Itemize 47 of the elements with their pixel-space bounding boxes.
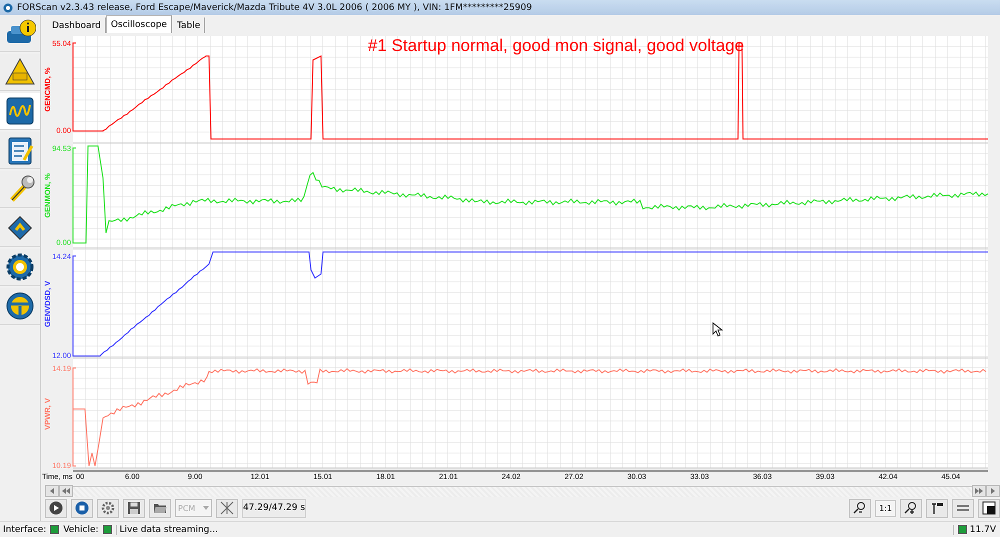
- status-message: Live data streaming...: [116, 524, 218, 534]
- magnifier-minus-icon: [853, 501, 868, 515]
- crossed-icon: [220, 501, 234, 515]
- mouse-cursor-icon: [712, 322, 724, 337]
- scroll-end-button[interactable]: [972, 485, 986, 497]
- sidebar-button[interactable]: [0, 93, 40, 130]
- actual-size-button[interactable]: 1:1: [875, 500, 896, 516]
- left-arrow-icon: [49, 488, 55, 494]
- stop-icon: [75, 501, 89, 515]
- voltage-reading: 11.7V: [970, 524, 996, 534]
- scroll-left-button[interactable]: [45, 485, 59, 497]
- right-arrow-icon: [990, 488, 996, 494]
- gear-icon: [4, 251, 36, 283]
- status-indicator: [958, 525, 967, 534]
- play-button[interactable]: [45, 498, 67, 518]
- save-button[interactable]: [123, 498, 145, 518]
- magnifier-plus-icon: [904, 501, 918, 515]
- cursor-marker-icon: [930, 501, 944, 515]
- waveform-icon: [4, 95, 36, 127]
- window-title: FORScan v2.3.43 release, Ford Escape/Maverick/Mazda Tribute 4V 3.0L 2006 ( 2006 MY ), VIN: 1FM*********25909: [17, 2, 532, 12]
- double-right-arrow-icon: [975, 488, 983, 494]
- cursor-button[interactable]: [926, 498, 948, 518]
- status-indicator: [102, 525, 112, 534]
- save-icon: [127, 501, 141, 515]
- vehicle-label: Vehicle:: [63, 524, 99, 534]
- folder-icon: [153, 501, 167, 515]
- status-indicator: [50, 525, 60, 534]
- play-icon: [49, 501, 63, 515]
- app-icon: [3, 2, 13, 12]
- zoom-out-button[interactable]: [849, 498, 872, 518]
- interface-label: Interface:: [3, 524, 46, 534]
- zoom-in-button[interactable]: [900, 498, 922, 518]
- settings-button[interactable]: [97, 498, 119, 518]
- double-left-arrow-icon: [62, 488, 70, 494]
- open-button[interactable]: [149, 498, 171, 518]
- fit-button[interactable]: [978, 498, 1000, 518]
- time-display: 47.29/47.29 s: [242, 498, 306, 518]
- caret-icon: [203, 506, 209, 510]
- scroll-start-button[interactable]: [59, 485, 73, 497]
- tab[interactable]: Oscilloscope: [106, 15, 172, 33]
- gear-icon: [101, 501, 115, 515]
- clear-button[interactable]: [216, 498, 238, 518]
- lines-button[interactable]: [952, 498, 974, 518]
- steering-wheel-icon: [4, 290, 36, 322]
- window-corner-icon: [982, 501, 996, 515]
- stop-button[interactable]: [71, 498, 93, 518]
- scroll-right-button[interactable]: [986, 485, 1000, 497]
